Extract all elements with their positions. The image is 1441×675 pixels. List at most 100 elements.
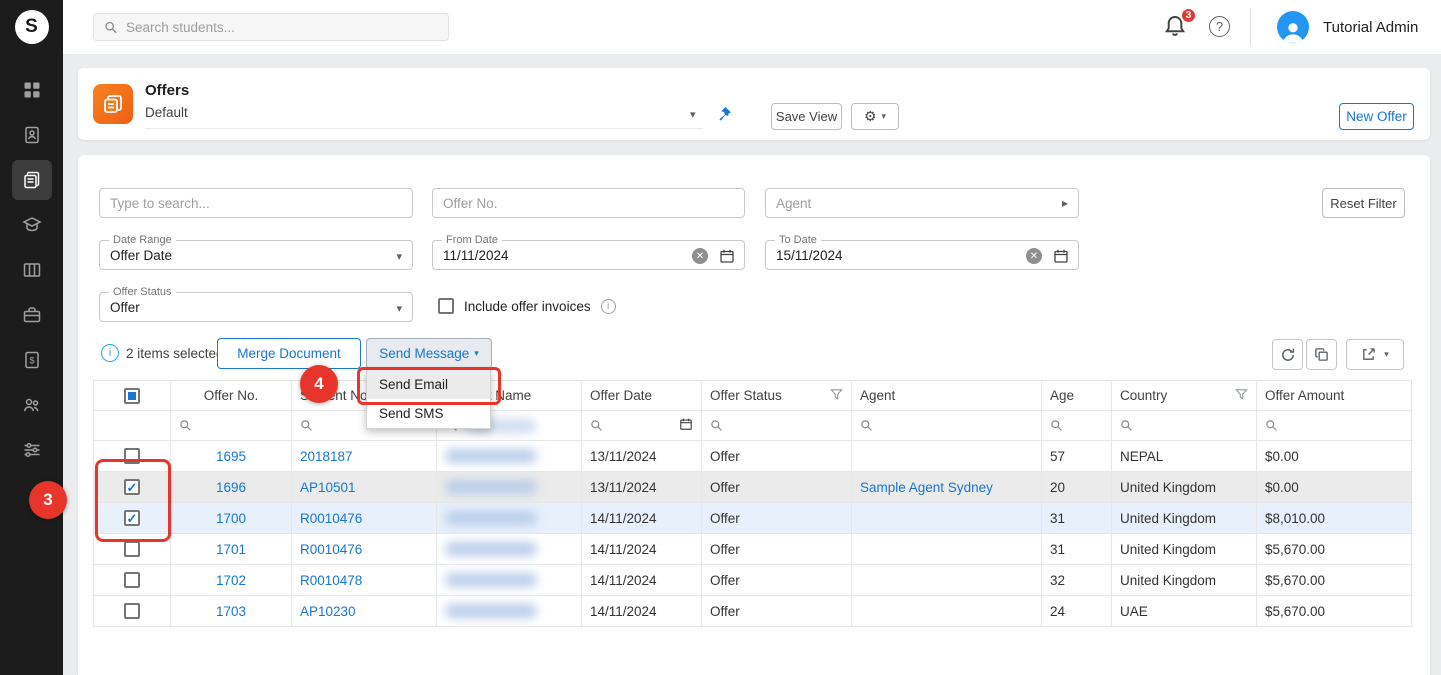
offer-no-link[interactable]: 1700 bbox=[216, 511, 246, 526]
pin-icon[interactable] bbox=[716, 106, 732, 127]
sidebar-item-invoices[interactable]: $ bbox=[12, 340, 52, 380]
table-row[interactable]: 1703AP1023014/11/2024Offer24UAE$5,670.00 bbox=[94, 596, 1411, 627]
offer-status-cell: Offer bbox=[702, 565, 852, 596]
col-agent[interactable]: Agent bbox=[852, 381, 1042, 411]
table-row[interactable]: 1701R001047614/11/2024Offer31United King… bbox=[94, 534, 1411, 565]
agent-link[interactable]: Sample Agent Sydney bbox=[860, 480, 993, 495]
search-cell-offer-amount[interactable] bbox=[1257, 411, 1413, 441]
calendar-icon[interactable] bbox=[719, 248, 735, 269]
to-date-field[interactable]: To Date 15/11/2024 ✕ bbox=[765, 240, 1079, 270]
refresh-button[interactable] bbox=[1272, 339, 1303, 370]
student-no-link[interactable]: AP10230 bbox=[300, 604, 356, 619]
row-checkbox-cell[interactable] bbox=[94, 503, 171, 534]
table-row[interactable]: 1696AP1050113/11/2024OfferSample Agent S… bbox=[94, 472, 1411, 503]
row-checkbox[interactable] bbox=[124, 479, 140, 495]
row-checkbox[interactable] bbox=[124, 603, 140, 619]
user-name[interactable]: Tutorial Admin bbox=[1323, 19, 1418, 36]
row-checkbox-cell[interactable] bbox=[94, 441, 171, 472]
menu-item-send-sms[interactable]: Send SMS bbox=[367, 399, 490, 428]
help-button[interactable]: ? bbox=[1209, 16, 1230, 37]
menu-item-send-email[interactable]: Send Email bbox=[367, 370, 490, 399]
sidebar-item-partners[interactable] bbox=[12, 385, 52, 425]
student-no-link[interactable]: R0010478 bbox=[300, 573, 362, 588]
view-caret-down-icon[interactable]: ▾ bbox=[690, 108, 696, 121]
offer-no-link[interactable]: 1703 bbox=[216, 604, 246, 619]
search-cell-agent[interactable] bbox=[852, 411, 1042, 441]
agent-cell: Sample Agent Sydney bbox=[852, 472, 1042, 503]
student-no-link[interactable]: AP10501 bbox=[300, 480, 356, 495]
search-cell-country[interactable] bbox=[1112, 411, 1257, 441]
filter-search-input[interactable] bbox=[100, 189, 412, 217]
offer-no-link[interactable]: 1702 bbox=[216, 573, 246, 588]
offer-no-link[interactable]: 1696 bbox=[216, 480, 246, 495]
row-checkbox-cell[interactable] bbox=[94, 596, 171, 627]
include-invoices-checkbox[interactable] bbox=[438, 298, 454, 314]
export-button[interactable]: ▾ bbox=[1346, 339, 1404, 370]
row-checkbox-cell[interactable] bbox=[94, 472, 171, 503]
sidebar-item-courses[interactable] bbox=[12, 205, 52, 245]
offer-no-link[interactable]: 1695 bbox=[216, 449, 246, 464]
sidebar-item-offers[interactable] bbox=[12, 160, 52, 200]
search-cell-offer-no[interactable] bbox=[171, 411, 292, 441]
filter-agent-select[interactable]: Agent ▸ bbox=[765, 188, 1079, 218]
new-offer-button[interactable]: New Offer bbox=[1339, 103, 1414, 130]
search-cell-offer-status[interactable] bbox=[702, 411, 852, 441]
sidebar-item-reports[interactable] bbox=[12, 250, 52, 290]
search-cell-offer-date[interactable] bbox=[582, 411, 702, 441]
row-checkbox-cell[interactable] bbox=[94, 534, 171, 565]
table-row[interactable]: 1702R001047814/11/2024Offer32United King… bbox=[94, 565, 1411, 596]
row-checkbox[interactable] bbox=[124, 510, 140, 526]
filter-funnel-icon[interactable] bbox=[830, 388, 843, 404]
gear-icon: ⚙ bbox=[864, 108, 877, 125]
calendar-icon[interactable] bbox=[679, 417, 693, 434]
clear-icon[interactable]: ✕ bbox=[692, 248, 708, 264]
app-logo[interactable]: S bbox=[0, 0, 63, 54]
student-no-link[interactable]: 2018187 bbox=[300, 449, 353, 464]
global-search[interactable] bbox=[93, 13, 449, 41]
search-students-input[interactable] bbox=[126, 20, 438, 35]
col-offer-amount[interactable]: Offer Amount bbox=[1257, 381, 1413, 411]
offer-status-select[interactable]: Offer Status Offer ▾ bbox=[99, 292, 413, 322]
row-checkbox[interactable] bbox=[124, 572, 140, 588]
row-checkbox[interactable] bbox=[124, 541, 140, 557]
student-name-cell bbox=[437, 472, 582, 503]
col-offer-status[interactable]: Offer Status bbox=[702, 381, 852, 411]
table-rows: 1695201818713/11/2024Offer57NEPAL$0.0016… bbox=[94, 441, 1411, 627]
filter-offer-no-input[interactable] bbox=[433, 189, 744, 217]
date-range-select[interactable]: Date Range Offer Date ▾ bbox=[99, 240, 413, 270]
save-view-button[interactable]: Save View bbox=[771, 103, 842, 130]
calendar-icon[interactable] bbox=[1053, 248, 1069, 269]
merge-document-button[interactable]: Merge Document bbox=[217, 338, 361, 369]
col-country[interactable]: Country bbox=[1112, 381, 1257, 411]
selection-info-icon: i bbox=[101, 344, 119, 362]
view-settings-button[interactable]: ⚙▾ bbox=[851, 103, 899, 130]
reset-filter-button[interactable]: Reset Filter bbox=[1322, 188, 1405, 218]
select-all-cell[interactable] bbox=[94, 381, 171, 411]
sidebar-item-services[interactable] bbox=[12, 295, 52, 335]
sidebar-item-clients[interactable] bbox=[12, 115, 52, 155]
page: S $ bbox=[0, 0, 1441, 675]
copy-button[interactable] bbox=[1306, 339, 1337, 370]
avatar[interactable] bbox=[1277, 11, 1309, 43]
col-age[interactable]: Age bbox=[1042, 381, 1112, 411]
table-row[interactable]: 1695201818713/11/2024Offer57NEPAL$0.00 bbox=[94, 441, 1411, 472]
row-checkbox-cell[interactable] bbox=[94, 565, 171, 596]
filter-search-box bbox=[99, 188, 413, 218]
student-no-link[interactable]: R0010476 bbox=[300, 511, 362, 526]
col-offer-date[interactable]: Offer Date bbox=[582, 381, 702, 411]
filter-funnel-icon[interactable] bbox=[1235, 388, 1248, 404]
sidebar-item-dashboard[interactable] bbox=[12, 70, 52, 110]
student-no-link[interactable]: R0010476 bbox=[300, 542, 362, 557]
select-all-checkbox[interactable] bbox=[124, 388, 140, 404]
table-row[interactable]: 1700R001047614/11/2024Offer31United King… bbox=[94, 503, 1411, 534]
row-checkbox[interactable] bbox=[124, 448, 140, 464]
offer-no-link[interactable]: 1701 bbox=[216, 542, 246, 557]
search-cell-age[interactable] bbox=[1042, 411, 1112, 441]
send-message-button[interactable]: Send Message ▾ bbox=[366, 338, 492, 369]
clear-icon[interactable]: ✕ bbox=[1026, 248, 1042, 264]
from-date-field[interactable]: From Date 11/11/2024 ✕ bbox=[432, 240, 745, 270]
notifications-button[interactable]: 3 bbox=[1163, 14, 1189, 40]
sidebar-item-automation[interactable] bbox=[12, 430, 52, 470]
col-offer-no[interactable]: Offer No. bbox=[171, 381, 292, 411]
view-selector[interactable]: Default bbox=[145, 105, 703, 129]
